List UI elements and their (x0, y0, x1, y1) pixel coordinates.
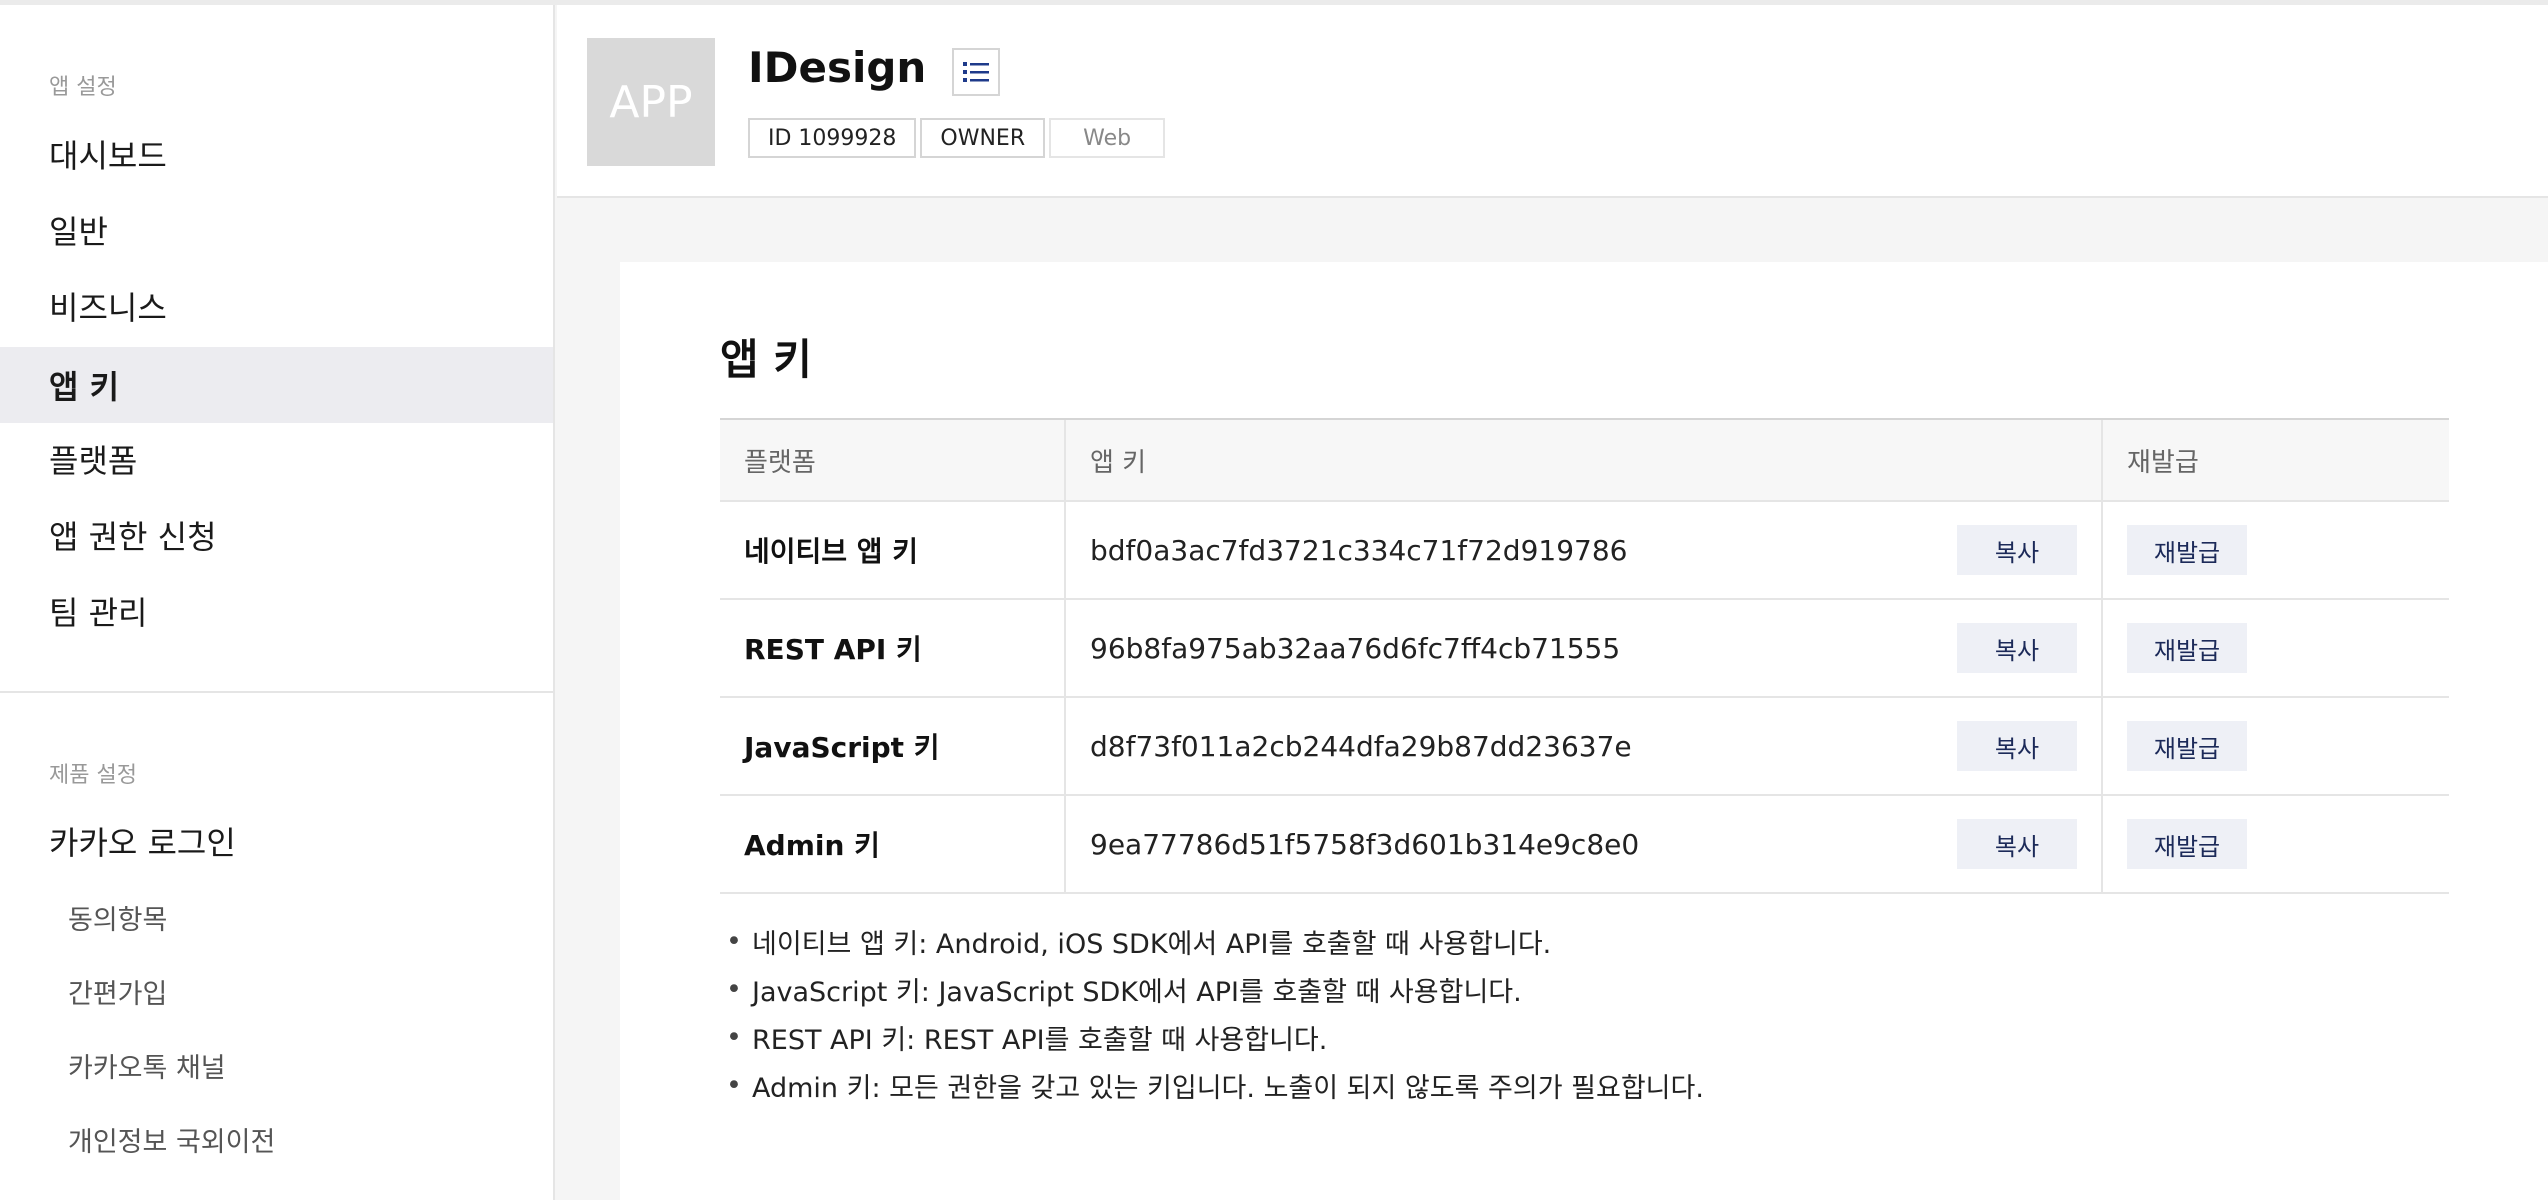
app-header: APP IDesign ID 1099928 OWNER Web (557, 5, 2548, 198)
bullet-icon: • (726, 973, 742, 1005)
app-name: IDesign (748, 43, 927, 92)
sidebar-subitem-easy-signup[interactable]: 간편가입 (0, 961, 553, 1021)
table-row: REST API 키 96b8fa975ab32aa76d6fc7ff4cb71… (720, 600, 2449, 698)
platform-badge: Web (1049, 118, 1166, 158)
app-badges: ID 1099928 OWNER Web (748, 118, 1169, 158)
sidebar-item-team[interactable]: 팀 관리 (0, 573, 553, 649)
bullet-icon: • (726, 925, 742, 957)
note-text: REST API 키: REST API를 호출할 때 사용합니다. (752, 1024, 1328, 1056)
column-header-app-key: 앱 키 (1066, 420, 2103, 500)
copy-button[interactable]: 복사 (1957, 623, 2077, 673)
note-item: • 네이티브 앱 키: Android, iOS SDK에서 API를 호출할 때… (726, 917, 1704, 965)
copy-button[interactable]: 복사 (1957, 721, 2077, 771)
app-key-value: bdf0a3ac7fd3721c334c71f72d919786 (1090, 533, 1628, 567)
table-row: 네이티브 앱 키 bdf0a3ac7fd3721c334c71f72d91978… (720, 502, 2449, 600)
app-keys-table: 플랫폼 앱 키 재발급 네이티브 앱 키 bdf0a3ac7fd3721c334… (720, 418, 2449, 894)
app-id-badge: ID 1099928 (748, 118, 917, 158)
note-item: • Admin 키: 모든 권한을 갖고 있는 키입니다. 노출이 되지 않도록 … (726, 1061, 1704, 1109)
sidebar-item-dashboard[interactable]: 대시보드 (0, 116, 553, 192)
sidebar-item-general[interactable]: 일반 (0, 192, 553, 268)
sidebar: 앱 설정 대시보드 일반 비즈니스 앱 키 플랫폼 앱 권한 신청 팀 관리 제… (0, 5, 555, 1200)
note-item: • JavaScript 키: JavaScript SDK에서 API를 호출할… (726, 965, 1704, 1013)
bullet-icon: • (726, 1021, 742, 1053)
platform-name: JavaScript 키 (744, 731, 940, 764)
note-text: JavaScript 키: JavaScript SDK에서 API를 호출할 … (752, 976, 1522, 1008)
role-badge: OWNER (920, 118, 1046, 158)
app-key-value: d8f73f011a2cb244dfa29b87dd23637e (1090, 729, 1632, 763)
column-header-reissue: 재발급 (2127, 447, 2199, 478)
platform-name: Admin 키 (744, 829, 880, 862)
platform-name: REST API 키 (744, 633, 922, 666)
table-header-row: 플랫폼 앱 키 재발급 (720, 420, 2449, 502)
table-row: JavaScript 키 d8f73f011a2cb244dfa29b87dd2… (720, 698, 2449, 796)
note-item: • REST API 키: REST API를 호출할 때 사용합니다. (726, 1013, 1704, 1061)
reissue-button[interactable]: 재발급 (2127, 819, 2247, 869)
sidebar-subitem-overseas-transfer[interactable]: 개인정보 국외이전 (0, 1109, 553, 1169)
column-header-platform: 플랫폼 (720, 420, 1066, 500)
sidebar-item-platform[interactable]: 플랫폼 (0, 421, 553, 497)
copy-button[interactable]: 복사 (1957, 819, 2077, 869)
app-key-value: 9ea77786d51f5758f3d601b314e9c8e0 (1090, 827, 1640, 861)
reissue-button[interactable]: 재발급 (2127, 623, 2247, 673)
sidebar-item-app-permissions[interactable]: 앱 권한 신청 (0, 497, 553, 573)
app-thumbnail: APP (587, 38, 715, 166)
app-list-button[interactable] (952, 48, 1000, 96)
table-row: Admin 키 9ea77786d51f5758f3d601b314e9c8e0… (720, 796, 2449, 894)
sidebar-divider (0, 691, 553, 693)
list-icon (963, 62, 989, 82)
sidebar-subitem-consent[interactable]: 동의항목 (0, 887, 553, 947)
page-title: 앱 키 (720, 335, 812, 384)
sidebar-subitem-kakaotalk-channel[interactable]: 카카오톡 채널 (0, 1035, 553, 1095)
key-usage-notes: • 네이티브 앱 키: Android, iOS SDK에서 API를 호출할 때… (726, 917, 1704, 1109)
app-key-value: 96b8fa975ab32aa76d6fc7ff4cb71555 (1090, 631, 1621, 665)
sidebar-item-app-keys[interactable]: 앱 키 (0, 347, 553, 423)
sidebar-item-business[interactable]: 비즈니스 (0, 268, 553, 344)
reissue-button[interactable]: 재발급 (2127, 721, 2247, 771)
copy-button[interactable]: 복사 (1957, 525, 2077, 575)
app-keys-card: 앱 키 플랫폼 앱 키 재발급 네이티브 앱 키 bdf0a3ac7fd3721… (620, 262, 2548, 1200)
sidebar-item-kakao-login[interactable]: 카카오 로그인 (0, 803, 553, 879)
bullet-icon: • (726, 1069, 742, 1101)
note-text: 네이티브 앱 키: Android, iOS SDK에서 API를 호출할 때 … (752, 928, 1552, 960)
section-label-app-settings: 앱 설정 (49, 75, 117, 100)
note-text: Admin 키: 모든 권한을 갖고 있는 키입니다. 노출이 되지 않도록 주… (752, 1072, 1704, 1104)
platform-name: 네이티브 앱 키 (744, 535, 919, 568)
section-label-product-settings: 제품 설정 (49, 763, 137, 788)
reissue-button[interactable]: 재발급 (2127, 525, 2247, 575)
